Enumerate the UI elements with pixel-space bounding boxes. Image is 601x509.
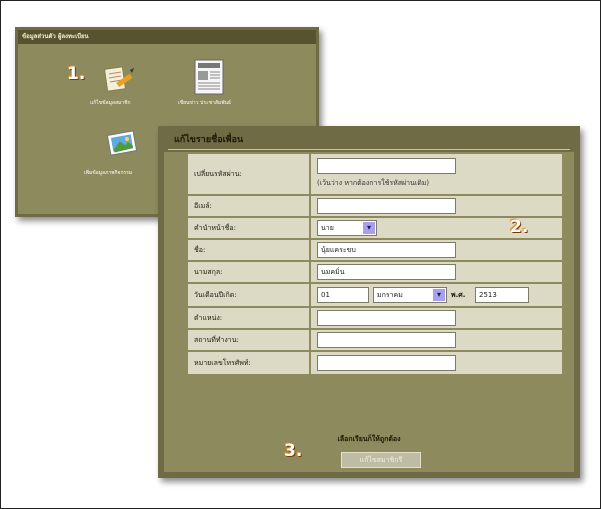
newspaper-icon[interactable] xyxy=(192,58,228,96)
chevron-down-icon[interactable]: ▾ xyxy=(363,222,375,234)
field-label: เปลี่ยนรหัสผ่าน: xyxy=(188,154,309,194)
field-cell xyxy=(311,308,562,328)
edit-profile-icon[interactable] xyxy=(102,64,136,94)
form-title: แก้ไขรายชื่อเพื่อน xyxy=(174,135,244,145)
photo-icon[interactable] xyxy=(106,130,138,158)
form-row-email: อีเมล์: xyxy=(188,196,562,216)
step-1-marker: 1. xyxy=(67,64,86,84)
field-cell xyxy=(311,196,562,216)
form-row-firstname: ชื่อ: นุ้ยแคระขบ xyxy=(188,240,562,260)
form-row-prefix: คำนำหน้าชื่อ: นาย ▾ xyxy=(188,218,562,238)
era-label: พ.ศ. xyxy=(451,291,466,299)
field-label: หมายเลขโทรศัพท์: xyxy=(188,352,309,374)
workplace-input[interactable] xyxy=(317,332,456,348)
first-name-input[interactable]: นุ้ยแคระขบ xyxy=(317,242,456,258)
field-label: ตำแหน่ง: xyxy=(188,308,309,328)
field-label: สถานที่ทำงาน: xyxy=(188,330,309,350)
field-label: นามสกุล: xyxy=(188,262,309,282)
phone-input[interactable] xyxy=(317,355,456,371)
field-cell: นมคมิ่น xyxy=(311,262,562,282)
field-cell: (เว้นว่าง หากต้องการใช้รหัสผ่านเดิม) xyxy=(311,154,562,194)
form-row-birthdate: วันเดือนปีเกิด: 01 มกราคม ▾ พ.ศ. 2513 xyxy=(188,284,562,306)
birth-day-input[interactable]: 01 xyxy=(317,287,369,303)
prefix-value: นาย xyxy=(321,224,334,232)
title-divider xyxy=(168,149,570,150)
last-name-input[interactable]: นมคมิ่น xyxy=(317,264,456,280)
form-body: เปลี่ยนรหัสผ่าน: (เว้นว่าง หากต้องการใช้… xyxy=(164,152,574,472)
form-row-phone: หมายเลขโทรศัพท์: xyxy=(188,352,562,374)
submit-button[interactable]: แก้ไขสมาชิกรี xyxy=(341,452,421,468)
menu-panel-header: ข้อมูลส่วนตัว ผู้ลงทะเบียน xyxy=(18,30,316,44)
edit-friend-panel: แก้ไขรายชื่อเพื่อน เปลี่ยนรหัสผ่าน: (เว้… xyxy=(158,126,580,478)
step-2-marker: 2. xyxy=(510,217,529,237)
form-row-lastname: นามสกุล: นมคมิ่น xyxy=(188,262,562,282)
birth-year-input[interactable]: 2513 xyxy=(475,287,529,303)
form-row-password: เปลี่ยนรหัสผ่าน: (เว้นว่าง หากต้องการใช้… xyxy=(188,154,562,194)
password-hint: (เว้นว่าง หากต้องการใช้รหัสผ่านเดิม) xyxy=(317,179,430,187)
email-input[interactable] xyxy=(317,198,456,214)
field-cell: นุ้ยแคระขบ xyxy=(311,240,562,260)
prefix-select[interactable]: นาย ▾ xyxy=(317,220,377,236)
step-3-marker: 3. xyxy=(284,441,303,461)
form-row-position: ตำแหน่ง: xyxy=(188,308,562,328)
news-label[interactable]: เขียนข่าว ประชาสัมพันธ์ xyxy=(178,99,231,107)
add-photo-label[interactable]: เพิ่มข้อมูลภาพกิจกรรม xyxy=(84,169,132,177)
field-cell xyxy=(311,352,562,374)
birth-month-select[interactable]: มกราคม ▾ xyxy=(373,287,447,303)
field-label: ชื่อ: xyxy=(188,240,309,260)
form-row-workplace: สถานที่ทำงาน: xyxy=(188,330,562,350)
birth-month-value: มกราคม xyxy=(377,291,403,299)
field-label: คำนำหน้าชื่อ: xyxy=(188,218,309,238)
field-label: อีเมล์: xyxy=(188,196,309,216)
field-label: วันเดือนปีเกิด: xyxy=(188,284,309,306)
form-note: เลือกเรียนก็ให้ถูกต้อง xyxy=(337,435,401,443)
edit-profile-label[interactable]: แก้ไขข้อมูลสมาชิก xyxy=(90,99,131,107)
position-input[interactable] xyxy=(317,310,456,326)
field-cell: 01 มกราคม ▾ พ.ศ. 2513 xyxy=(311,284,562,306)
chevron-down-icon[interactable]: ▾ xyxy=(433,289,445,301)
field-cell xyxy=(311,330,562,350)
password-input[interactable] xyxy=(317,158,456,174)
